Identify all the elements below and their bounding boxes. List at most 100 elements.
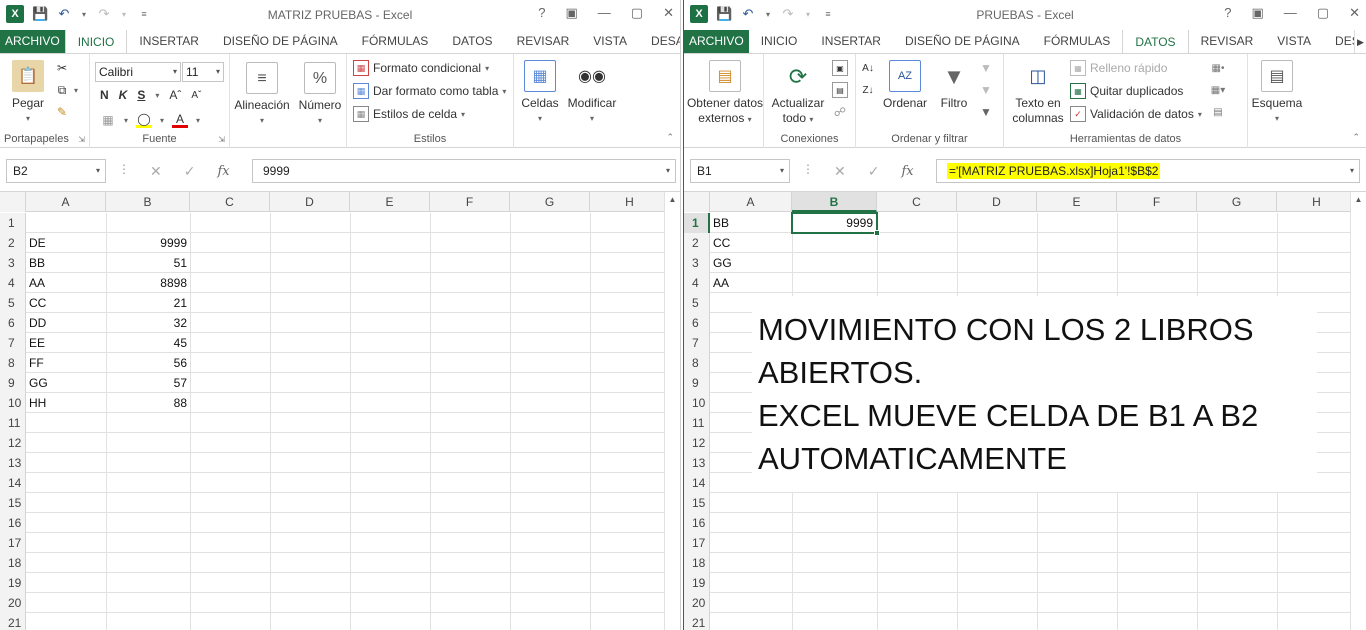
sort-za-icon[interactable]: Z↓ [860, 82, 876, 98]
cell-b[interactable] [793, 273, 875, 293]
row-header[interactable]: 21 [684, 613, 710, 630]
cell-styles-button[interactable]: ▦ Estilos de celda ▾ [353, 106, 465, 122]
row-header[interactable]: 21 [0, 613, 26, 630]
tab-inicio[interactable]: INICIO [64, 30, 128, 53]
bold-button[interactable]: N [100, 88, 109, 102]
row-header[interactable]: 14 [684, 473, 710, 493]
row-header[interactable]: 18 [0, 553, 26, 573]
cell-b[interactable]: 56 [107, 353, 189, 373]
cell-a[interactable]: BB [711, 213, 791, 233]
collapse-ribbon-icon[interactable]: ⌃ [1352, 132, 1360, 143]
borders-dropdown-icon[interactable]: ▾ [124, 116, 128, 125]
row-header[interactable]: 13 [684, 453, 710, 473]
tab-revisar[interactable]: REVISAR [1189, 30, 1266, 53]
tab-diseno[interactable]: DISEÑO DE PÁGINA [893, 30, 1032, 53]
row-header[interactable]: 16 [684, 513, 710, 533]
cell-a[interactable]: CC [27, 293, 105, 313]
modify-button[interactable]: ◉◉ Modificar ▾ [564, 60, 620, 126]
cell-a[interactable]: CC [711, 233, 791, 253]
format-as-table-button[interactable]: ▦ Dar formato como tabla ▾ [353, 83, 506, 99]
row-header[interactable]: 12 [684, 433, 710, 453]
sort-button[interactable]: AZ Ordenar [882, 60, 928, 111]
cell-b[interactable] [793, 253, 875, 273]
column-header-c[interactable]: C [877, 192, 957, 212]
cell-b[interactable]: 9999 [107, 233, 189, 253]
tab-vista[interactable]: VISTA [581, 30, 639, 53]
column-header-h[interactable]: H [590, 192, 670, 212]
copy-button[interactable]: ⧉ ▾ [54, 82, 78, 98]
cell-b[interactable]: 21 [107, 293, 189, 313]
column-header-g[interactable]: G [1197, 192, 1277, 212]
tab-datos[interactable]: DATOS [1122, 30, 1189, 53]
row-header[interactable]: 17 [0, 533, 26, 553]
active-cell-selection[interactable] [791, 212, 880, 236]
formula-input[interactable]: ='[MATRIZ PRUEBAS.xlsx]Hoja1'!$B$2 ▾ [936, 159, 1360, 183]
tab-archivo[interactable]: ARCHIVO [0, 30, 65, 53]
flash-fill-button[interactable]: ▦ Relleno rápido [1070, 60, 1167, 76]
maximize-icon[interactable]: ▢ [1317, 5, 1329, 21]
ribbon-display-icon[interactable]: ▣ [1252, 5, 1264, 21]
cell-b[interactable]: 8898 [107, 273, 189, 293]
clear-filter-icon[interactable]: ▼ [978, 60, 994, 76]
data-validation-button[interactable]: ✓ Validación de datos ▾ [1070, 106, 1202, 122]
row-header[interactable]: 7 [684, 333, 710, 353]
column-header-g[interactable]: G [510, 192, 590, 212]
column-header-e[interactable]: E [1037, 192, 1117, 212]
row-header[interactable]: 14 [0, 473, 26, 493]
row-header[interactable]: 20 [684, 593, 710, 613]
tab-vista[interactable]: VISTA [1265, 30, 1323, 53]
row-header[interactable]: 2 [0, 233, 26, 253]
scroll-up-icon[interactable]: ▲ [665, 192, 680, 208]
column-header-b[interactable]: B [106, 192, 190, 212]
tab-archivo[interactable]: ARCHIVO [684, 30, 749, 53]
tab-scroll-right-icon[interactable]: ▶ [1354, 30, 1366, 53]
column-header-c[interactable]: C [190, 192, 270, 212]
row-header[interactable]: 3 [0, 253, 26, 273]
underline-dropdown-icon[interactable]: ▾ [155, 91, 159, 100]
row-header[interactable]: 6 [684, 313, 710, 333]
row-header[interactable]: 2 [684, 233, 710, 253]
row-header[interactable]: 1 [0, 213, 26, 233]
cell-b[interactable]: 88 [107, 393, 189, 413]
cell-a[interactable]: GG [27, 373, 105, 393]
column-header-d[interactable]: D [270, 192, 350, 212]
close-icon[interactable]: ✕ [663, 5, 674, 21]
column-header-e[interactable]: E [350, 192, 430, 212]
column-header-d[interactable]: D [957, 192, 1037, 212]
vertical-scrollbar[interactable]: ▲ [1350, 192, 1366, 630]
tab-formulas[interactable]: FÓRMULAS [1032, 30, 1123, 53]
enter-formula-icon[interactable]: ✓ [184, 163, 196, 180]
cell-b[interactable]: 32 [107, 313, 189, 333]
ribbon-display-icon[interactable]: ▣ [566, 5, 578, 21]
row-header[interactable]: 12 [0, 433, 26, 453]
row-header[interactable]: 3 [684, 253, 710, 273]
row-header[interactable]: 10 [684, 393, 710, 413]
row-header[interactable]: 18 [684, 553, 710, 573]
get-external-data-button[interactable]: ▤ Obtener datos externos ▾ [686, 60, 764, 127]
what-if-icon[interactable]: ▦▾ [1210, 82, 1226, 98]
row-header[interactable]: 16 [0, 513, 26, 533]
paste-button[interactable]: 📋 Pegar ▾ [6, 60, 50, 126]
maximize-icon[interactable]: ▢ [631, 5, 643, 21]
row-header[interactable]: 15 [684, 493, 710, 513]
minimize-icon[interactable]: — [1284, 5, 1297, 21]
scroll-up-icon[interactable]: ▲ [1351, 192, 1366, 208]
cell-a[interactable]: EE [27, 333, 105, 353]
close-icon[interactable]: ✕ [1349, 5, 1360, 21]
borders-icon[interactable]: ▦ [100, 112, 116, 128]
conditional-format-button[interactable]: ▦ Formato condicional ▾ [353, 60, 489, 76]
name-box[interactable]: B2 ▾ [6, 159, 106, 183]
refresh-all-button[interactable]: ⟳ Actualizar todo ▾ [768, 60, 828, 127]
row-header[interactable]: 7 [0, 333, 26, 353]
cut-button[interactable]: ✂ [54, 60, 70, 76]
row-header[interactable]: 17 [684, 533, 710, 553]
fill-color-dropdown-icon[interactable]: ▾ [160, 116, 164, 125]
consolidate-icon[interactable]: ▦• [1210, 60, 1226, 76]
remove-duplicates-button[interactable]: ▦ Quitar duplicados [1070, 83, 1183, 99]
collapse-ribbon-icon[interactable]: ⌃ [666, 132, 674, 143]
font-color-icon[interactable]: A [172, 112, 189, 128]
font-size-select[interactable]: 11 ▾ [182, 62, 224, 82]
cell-b[interactable]: 57 [107, 373, 189, 393]
row-header[interactable]: 13 [0, 453, 26, 473]
reapply-filter-icon[interactable]: ▼ [978, 82, 994, 98]
